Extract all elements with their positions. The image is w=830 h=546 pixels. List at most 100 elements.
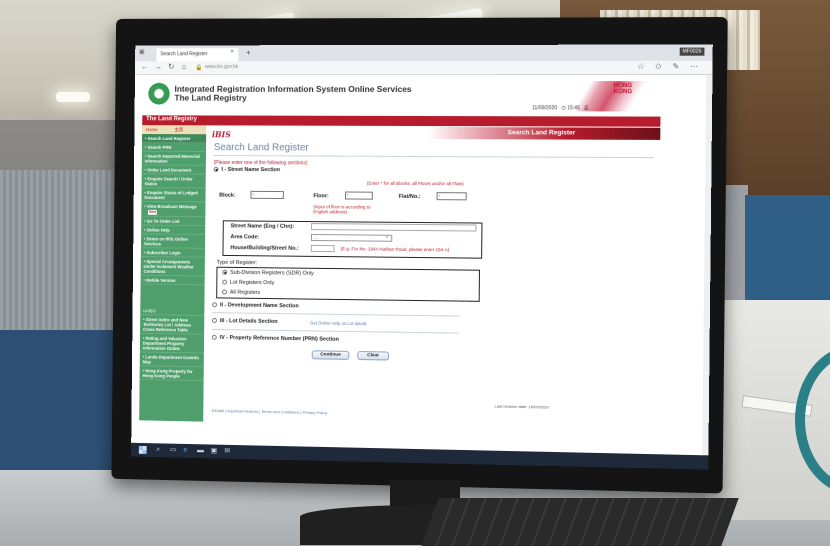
section3-radio[interactable] <box>212 318 217 324</box>
house-no-label: House/Building/Street No.: <box>230 245 299 252</box>
new-tab-icon[interactable]: + <box>246 48 251 57</box>
tab-title: Search Land Register <box>160 51 208 58</box>
url-field[interactable]: www.iris.gov.hk <box>205 64 238 70</box>
chinese-home-link[interactable]: 主頁 <box>174 127 183 132</box>
sidebar-link-street-index[interactable]: • Street Index and New Territories Lot /… <box>140 315 205 335</box>
browser-toolbar-icons[interactable]: ☆ ✩ ✎ ⋯ <box>637 62 702 71</box>
area-code-select[interactable]: --- <box>310 234 393 242</box>
section1-radio[interactable] <box>213 166 219 172</box>
footer-links[interactable]: 100485 | Important Notices | Terms And C… <box>211 408 327 415</box>
house-no-input[interactable] <box>310 244 335 253</box>
ibis-logo: iBIS <box>211 129 231 140</box>
clock-icon: ◷ <box>561 105 566 112</box>
store-icon[interactable]: ▣ <box>211 447 219 455</box>
sidebar-link-label: Rating and Valuation Department Property… <box>142 335 187 351</box>
forward-icon[interactable]: → <box>154 62 162 71</box>
sidebar-item-enquire-lodged[interactable]: • Enquire Status of Lodged Document <box>141 188 206 203</box>
register-option-all[interactable]: All Registers <box>222 289 261 296</box>
window-icon[interactable]: ▣ <box>139 48 145 55</box>
sidebar-item-search-prn[interactable]: • Search PRN <box>141 142 207 153</box>
new-badge: New <box>148 209 158 215</box>
section4-label: IV - Property Reference Number (PRN) Sec… <box>219 334 339 343</box>
site-title: Integrated Registration Information Syst… <box>174 84 411 103</box>
sidebar-link-hk-property[interactable]: • Hong Kong Property for Hong Kong Peopl… <box>139 366 204 382</box>
floor-input[interactable]: * <box>344 191 373 200</box>
section1-label: I - Street Name Section <box>221 166 281 174</box>
register-option-sdr[interactable]: Sub-Division Registers (SDR) Only <box>222 269 314 277</box>
red-header-bar: The Land Registry <box>142 115 661 127</box>
section3-option[interactable]: III - Lot Details Section <box>212 318 278 325</box>
divider <box>212 312 460 317</box>
edge-browser-icon[interactable]: e <box>183 447 191 455</box>
task-view-icon[interactable]: ▭ <box>170 447 178 455</box>
floor-note: (Input of floor is according to English … <box>313 204 370 214</box>
lot-details-help-link[interactable]: Get Online Help on Lot details <box>310 320 367 326</box>
clear-button[interactable]: Clear <box>357 351 390 361</box>
area-code-label: Area Code: <box>230 234 260 241</box>
section2-label: II - Development Name Section <box>219 302 299 310</box>
mail-icon[interactable]: ✉ <box>224 448 232 456</box>
file-explorer-icon[interactable]: ▬ <box>197 447 205 455</box>
date-label: 11/09/2020 <box>532 105 558 112</box>
flat-input[interactable]: * <box>436 192 467 201</box>
keyboard <box>421 498 739 546</box>
home-icon[interactable]: ⌂ <box>182 62 187 71</box>
sidebar-item-label: Subscriber Login <box>146 249 181 255</box>
land-registry-logo <box>148 82 170 105</box>
sidebar-item-label: Search Land Register <box>147 135 191 141</box>
section3-label: III - Lot Details Section <box>219 318 278 325</box>
divider <box>213 155 654 159</box>
last-revision-date: Last revision date: 16/09/2020 <box>494 403 549 410</box>
section2-radio[interactable] <box>212 302 218 308</box>
section4-option[interactable]: IV - Property Reference Number (PRN) Sec… <box>211 334 339 343</box>
home-link[interactable]: Home <box>146 127 158 132</box>
register-sdr-label: Sub-Division Registers (SDR) Only <box>230 269 314 277</box>
register-option-lot[interactable]: Lot Registers Only <box>222 279 274 286</box>
section4-radio[interactable] <box>211 334 217 340</box>
block-input[interactable]: * <box>250 190 284 200</box>
sidebar-item-label: Order Land Document <box>147 167 192 173</box>
sidebar-link-geoinfo[interactable]: • Lands Department GeoInfo Map <box>139 352 204 368</box>
sidebar-item-special-arrangements[interactable]: • Special Arrangements Under Inclement W… <box>140 257 205 277</box>
banner-text: Search Land Register <box>507 129 576 137</box>
register-sdr-radio[interactable] <box>222 269 228 275</box>
tab-close-icon[interactable]: × <box>230 49 233 55</box>
divider <box>211 328 460 334</box>
sidebar-item-search-land-register[interactable]: • Search Land Register <box>142 134 207 144</box>
sidebar: Home 主頁 • Search Land Register • Search … <box>139 125 207 422</box>
web-page: Integrated Registration Information Syst… <box>139 78 661 441</box>
register-all-label: All Registers <box>229 289 261 296</box>
browser-tabbar: ▣ Search Land Register × + MF0026 <box>135 44 713 62</box>
refresh-icon[interactable]: ↻ <box>168 62 175 71</box>
sidebar-item-broadcast[interactable]: • View Broadcast MessageNew <box>141 201 206 218</box>
sidebar-link-label: Street Index and New Territories Lot / A… <box>142 316 192 333</box>
block-label: Block: <box>219 192 236 199</box>
lock-icon: 🔒 <box>195 65 203 72</box>
windows-start-icon[interactable] <box>138 445 147 454</box>
sidebar-item-imported-memorial[interactable]: • Search Imported Memorial Information <box>141 151 206 166</box>
instruction-text: (Please enter one of the following secti… <box>213 159 308 167</box>
sidebar-item-order-document[interactable]: • Order Land Document <box>141 165 206 175</box>
sidebar-link-rating-valuation[interactable]: • Rating and Valuation Department Proper… <box>139 333 205 354</box>
register-all-radio[interactable] <box>222 289 228 295</box>
section1-option[interactable]: I - Street Name Section <box>213 166 281 174</box>
sidebar-link-label: Lands Department GeoInfo Map <box>142 354 199 364</box>
print-icon[interactable]: ⎙ <box>584 105 588 111</box>
section2-option[interactable]: II - Development Name Section <box>212 302 299 309</box>
red-bar-label: The Land Registry <box>146 116 197 123</box>
register-type-label: Type of Register: <box>216 259 258 267</box>
screen: ▣ Search Land Register × + MF0026 ← → ↻ … <box>131 44 713 470</box>
sidebar-item-label: Search Imported Memorial Information <box>144 153 200 164</box>
continue-button[interactable]: Continue <box>311 350 350 360</box>
sidebar-item-label: Special Arrangements Under Inclement Wea… <box>143 258 194 274</box>
sidebar-item-label: Mobile Version <box>146 277 176 283</box>
sidebar-item-enquire-order[interactable]: • Enquire Search / Order Status <box>141 174 206 189</box>
search-icon[interactable]: ⌕ <box>156 446 164 454</box>
browser-tab[interactable]: Search Land Register <box>156 48 239 62</box>
sidebar-item-demo[interactable]: • Demo on IRIS Online Services <box>140 234 206 249</box>
register-lot-radio[interactable] <box>222 279 228 285</box>
language-row: Home 主頁 <box>142 125 207 135</box>
back-icon[interactable]: ← <box>141 62 149 71</box>
sidebar-item-label: Demo on IRIS Online Services <box>143 235 188 246</box>
